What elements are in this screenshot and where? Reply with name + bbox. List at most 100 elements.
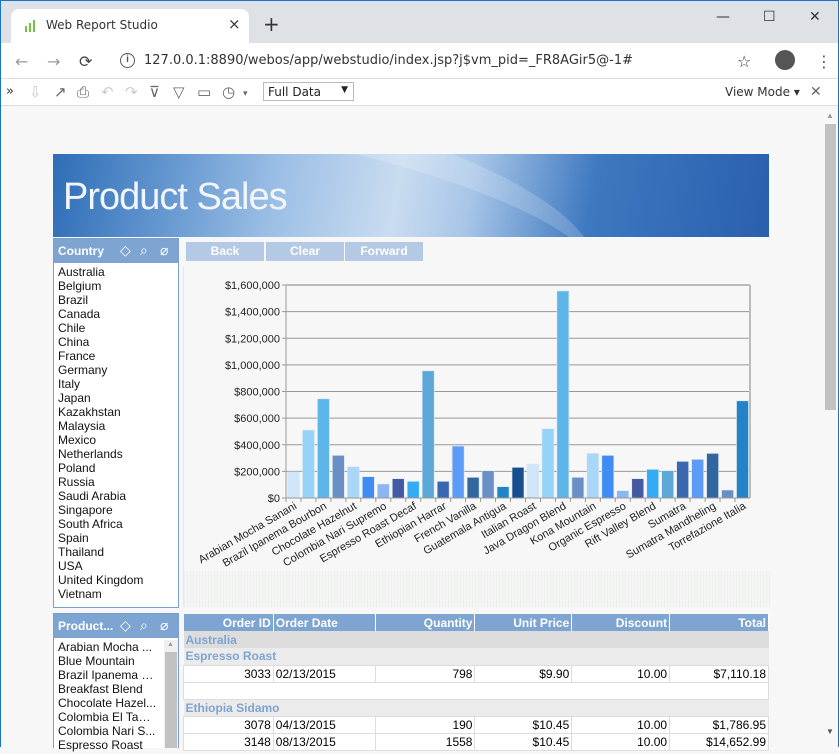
sort-icon[interactable]: ◇	[120, 617, 131, 634]
list-item[interactable]: Espresso Roast	[58, 738, 158, 752]
y-tick-label: $1,600,000	[225, 280, 280, 292]
list-item[interactable]: Mexico	[58, 433, 174, 447]
list-item[interactable]: Australia	[58, 265, 174, 279]
browser-tab[interactable]: Web Report Studio ×	[11, 9, 249, 43]
dollar-filter-icon[interactable]: ⊽	[149, 83, 160, 101]
reload-icon[interactable]: ⟳	[79, 52, 92, 71]
table-cell	[183, 681, 769, 700]
list-item[interactable]: Thailand	[58, 545, 174, 559]
clear-button[interactable]: Clear	[266, 242, 344, 261]
bookmark-star-icon[interactable]: ☆	[737, 52, 751, 71]
clock-icon[interactable]: ◷	[222, 83, 235, 101]
chart-footer	[184, 571, 770, 607]
chevron-down-icon: ▼	[341, 85, 348, 95]
scroll-up-icon[interactable]: ▲	[167, 641, 174, 648]
list-item[interactable]: Russia	[58, 475, 174, 489]
print-icon[interactable]: ⎙	[77, 83, 89, 101]
list-item[interactable]: United Kingdom	[58, 573, 174, 587]
profile-icon[interactable]	[775, 50, 795, 70]
sort-icon[interactable]: ◇	[120, 242, 131, 259]
expand-icon[interactable]: »	[6, 84, 14, 99]
list-item[interactable]: Germany	[58, 363, 174, 377]
new-tab-button[interactable]: +	[263, 14, 280, 34]
list-item[interactable]: Belgium	[58, 279, 174, 293]
country-list: Australia Belgium Brazil Canada Chile China Fr…	[54, 263, 178, 603]
url-field[interactable]: 127.0.0.1:8890/webos/app/webstudio/index…	[144, 53, 633, 68]
search-icon[interactable]: ⌕	[140, 617, 148, 634]
minimize-button[interactable]: —	[716, 9, 730, 25]
product-list-scrollbar[interactable]: ▲	[164, 640, 178, 748]
list-item[interactable]: Breakfast Blend	[58, 682, 158, 696]
column-header[interactable]: Total	[669, 614, 769, 631]
clear-eraser-icon[interactable]: ⌀	[160, 617, 168, 634]
list-item[interactable]: France	[58, 349, 174, 363]
list-item[interactable]: Netherlands	[58, 447, 174, 461]
toolbar-close-icon[interactable]: ✕	[810, 83, 822, 100]
table-row: 3148 08/13/2015 1558 $10.45 10.00 $14,652.99	[183, 732, 769, 751]
vertical-scrollbar[interactable]: ▲ ▼	[823, 107, 838, 748]
bar	[676, 461, 689, 499]
list-item[interactable]: Colombia Nari S...	[58, 724, 158, 738]
scroll-up-icon[interactable]: ▲	[826, 111, 834, 120]
list-item[interactable]: Malaysia	[58, 419, 174, 433]
table-cell: 190	[374, 715, 476, 734]
export-icon[interactable]: ⇩	[29, 83, 42, 101]
filter-icon[interactable]: ▽	[173, 83, 185, 101]
more-dropdown-icon[interactable]: ▾	[243, 89, 248, 99]
scroll-down-icon[interactable]: ▼	[826, 727, 834, 736]
bar	[287, 471, 300, 499]
list-item[interactable]: Canada	[58, 307, 174, 321]
list-item[interactable]: Chocolate Hazel...	[58, 696, 158, 710]
menu-kebab-icon[interactable]: ⋮	[816, 52, 832, 71]
info-icon[interactable]: i	[120, 53, 135, 68]
column-header[interactable]: Order Date	[273, 614, 376, 631]
table-cell: 10.00	[571, 715, 671, 734]
view-mode-menu[interactable]: View Mode ▾	[725, 85, 800, 99]
list-item[interactable]: Brazil	[58, 293, 174, 307]
column-header[interactable]: Discount	[571, 614, 671, 631]
column-header[interactable]: Unit Price	[474, 614, 573, 631]
window-close-button[interactable]: ✕	[809, 9, 821, 25]
search-icon[interactable]: ⌕	[140, 242, 148, 259]
list-item[interactable]: Colombia El Tam...	[58, 710, 158, 724]
y-tick-label: $1,000,000	[225, 360, 280, 372]
report-title: Product Sales	[63, 176, 288, 218]
spacer-row	[183, 681, 769, 700]
list-item[interactable]: Singapore	[58, 503, 174, 517]
list-item[interactable]: Spain	[58, 531, 174, 545]
list-item[interactable]: USA	[58, 559, 174, 573]
scrollbar-thumb[interactable]	[165, 652, 177, 748]
column-header[interactable]: Order ID	[183, 614, 274, 631]
list-item[interactable]: Chile	[58, 321, 174, 335]
table-cell: $7,110.18	[669, 664, 769, 683]
forward-button[interactable]: Forward	[345, 242, 423, 261]
forward-arrow-icon[interactable]: →	[47, 52, 60, 71]
back-button[interactable]: Back	[186, 242, 264, 261]
maximize-button[interactable]: ☐	[763, 9, 776, 25]
product-panel-title: Product...	[58, 619, 114, 633]
list-item[interactable]: Blue Mountain	[58, 654, 158, 668]
scrollbar-thumb[interactable]	[825, 124, 836, 410]
list-item[interactable]: Vietnam	[58, 587, 174, 601]
table-cell: 3148	[183, 732, 274, 751]
sales-bar-chart: $0 $200,000 $400,000 $600,000 $800,000 $1,000…	[197, 280, 751, 570]
device-icon[interactable]: ▭	[197, 83, 211, 101]
share-icon[interactable]: ↗	[54, 83, 67, 101]
back-arrow-icon[interactable]: ←	[15, 52, 28, 71]
list-item[interactable]: South Africa	[58, 517, 174, 531]
list-item[interactable]: Italy	[58, 377, 174, 391]
redo-icon[interactable]: ↷	[125, 83, 138, 101]
list-item[interactable]: Arabian Mocha ...	[58, 640, 158, 654]
undo-icon[interactable]: ↶	[101, 83, 114, 101]
list-item[interactable]: Saudi Arabia	[58, 489, 174, 503]
app-logo-icon	[25, 20, 35, 32]
column-header[interactable]: Quantity	[375, 614, 476, 631]
list-item[interactable]: Kazakhstan	[58, 405, 174, 419]
list-item[interactable]: Poland	[58, 461, 174, 475]
list-item[interactable]: Brazil Ipanema B...	[58, 668, 158, 682]
list-item[interactable]: China	[58, 335, 174, 349]
data-mode-select[interactable]: Full Data ▼	[263, 82, 354, 101]
list-item[interactable]: Japan	[58, 391, 174, 405]
clear-eraser-icon[interactable]: ⌀	[160, 242, 168, 259]
close-tab-icon[interactable]: ×	[228, 15, 241, 33]
